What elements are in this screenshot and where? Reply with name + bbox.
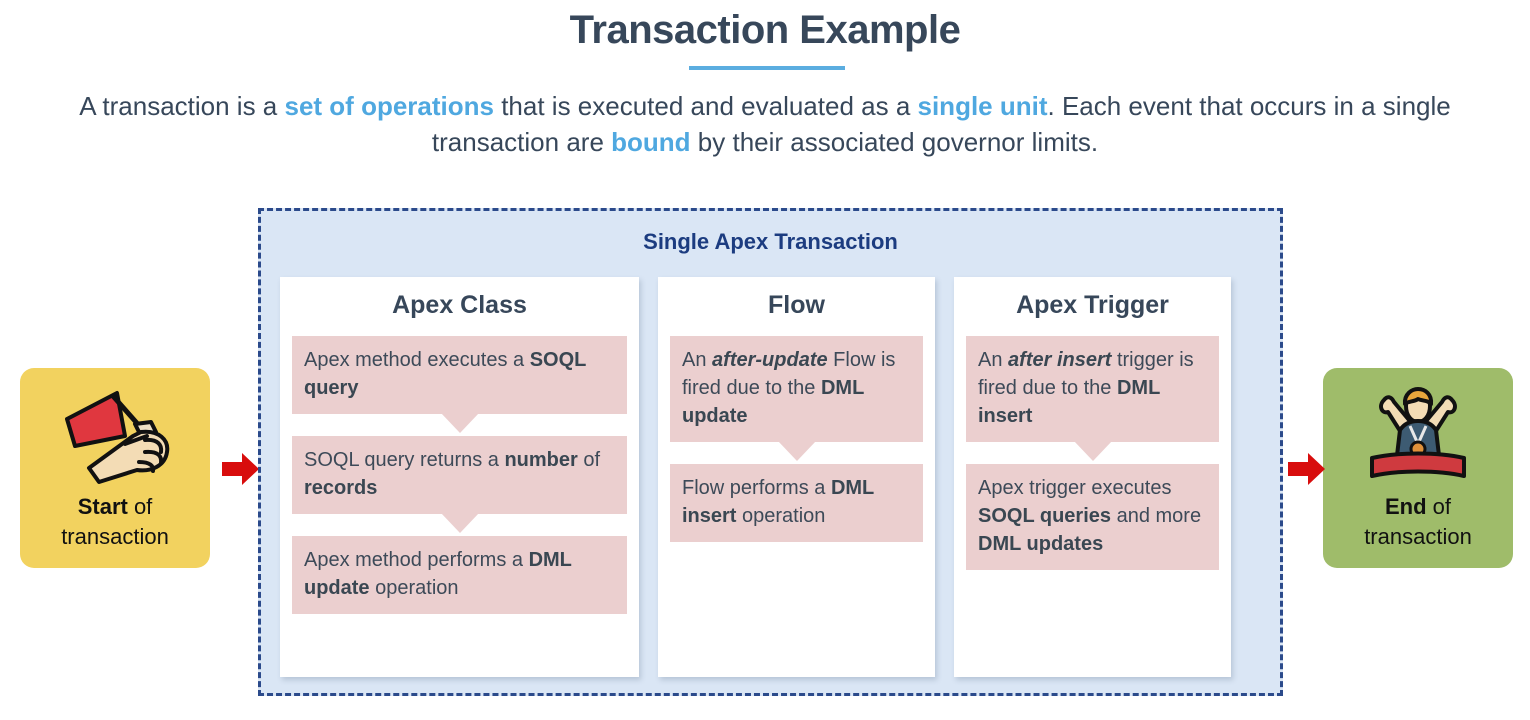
column-apex-trigger: Apex Trigger An after insert trigger is …: [954, 277, 1231, 677]
end-node-label-line2: transaction: [1364, 524, 1472, 549]
step-text-run: An: [978, 349, 1009, 371]
step-text-run: DML updates: [978, 533, 1104, 555]
step-card: An after insert trigger is fired due to …: [966, 336, 1219, 442]
steps-flow: An after-update Flow is fired due to the…: [670, 336, 923, 542]
step-card: Apex method executes a SOQL query: [292, 336, 627, 414]
diagram-page: Transaction Example A transaction is a s…: [0, 0, 1530, 720]
subtitle-accent-1: set of operations: [284, 91, 494, 121]
transaction-container-title: Single Apex Transaction: [643, 229, 898, 254]
title-underline: [689, 66, 845, 70]
step-card: An after-update Flow is fired due to the…: [670, 336, 923, 442]
subtitle-accent-3: single unit: [917, 91, 1048, 121]
page-title: Transaction Example: [569, 8, 961, 52]
step-text-run: operation: [736, 505, 826, 527]
end-of-transaction-node: End of transaction: [1323, 368, 1513, 568]
step-text-run: after insert: [1008, 349, 1112, 371]
transaction-columns: Apex Class Apex method executes a SOQL q…: [280, 277, 1267, 677]
step-text-run: after-update: [712, 349, 828, 371]
column-flow: Flow An after-update Flow is fired due t…: [658, 277, 935, 677]
start-node-label: Start of transaction: [61, 492, 169, 552]
end-node-label: End of transaction: [1364, 492, 1472, 552]
step-card: SOQL query returns a number of records: [292, 436, 627, 514]
steps-apex-trigger: An after insert trigger is fired due to …: [966, 336, 1219, 570]
start-node-label-line2: transaction: [61, 524, 169, 549]
start-of-transaction-node: Start of transaction: [20, 368, 210, 568]
step-text-run: records: [304, 477, 378, 499]
step-text-run: of: [577, 449, 601, 471]
step-card: Apex method performs a DML update operat…: [292, 536, 627, 614]
step-card: Flow performs a DML insert operation: [670, 464, 923, 542]
step-text-run: Apex method executes a: [304, 349, 530, 371]
step-text-run: Apex trigger executes: [978, 477, 1172, 499]
step-text-run: number: [504, 449, 578, 471]
subtitle-accent-5: bound: [611, 127, 691, 157]
step-text-run: operation: [369, 577, 459, 599]
end-node-label-bold: End: [1384, 494, 1427, 519]
subtitle-text-2: that is executed and evaluated as a: [493, 91, 918, 121]
end-node-label-rest: of: [1426, 494, 1452, 519]
column-title-apex-trigger: Apex Trigger: [1016, 291, 1169, 319]
step-text-run: Apex method performs a: [304, 549, 529, 571]
column-apex-class: Apex Class Apex method executes a SOQL q…: [280, 277, 639, 677]
step-card: Apex trigger executes SOQL queries and m…: [966, 464, 1219, 570]
single-apex-transaction-container: Single Apex Transaction Apex Class Apex …: [258, 208, 1283, 696]
start-node-label-rest: of: [127, 494, 153, 519]
arrow-start-to-apex-class: [222, 453, 259, 485]
subtitle-text-0: A transaction is a: [79, 91, 285, 121]
subtitle-text-6: by their associated governor limits.: [690, 127, 1099, 157]
step-text-run: Flow performs a: [682, 477, 831, 499]
step-text-run: SOQL query returns a: [304, 449, 505, 471]
steps-apex-class: Apex method executes a SOQL query SOQL qu…: [292, 336, 627, 614]
hand-holding-red-flag-icon: [65, 391, 170, 484]
start-node-label-bold: Start: [77, 494, 128, 519]
arrow-apex-trigger-to-end: [1288, 453, 1325, 485]
step-text-run: and more: [1111, 505, 1202, 527]
step-text-run: An: [682, 349, 713, 371]
column-title-apex-class: Apex Class: [392, 291, 527, 319]
page-subtitle: A transaction is a set of operations tha…: [55, 88, 1475, 160]
person-crossing-finish-line-icon: [1370, 387, 1466, 478]
step-text-run: SOQL queries: [978, 505, 1112, 527]
column-title-flow: Flow: [768, 291, 825, 319]
